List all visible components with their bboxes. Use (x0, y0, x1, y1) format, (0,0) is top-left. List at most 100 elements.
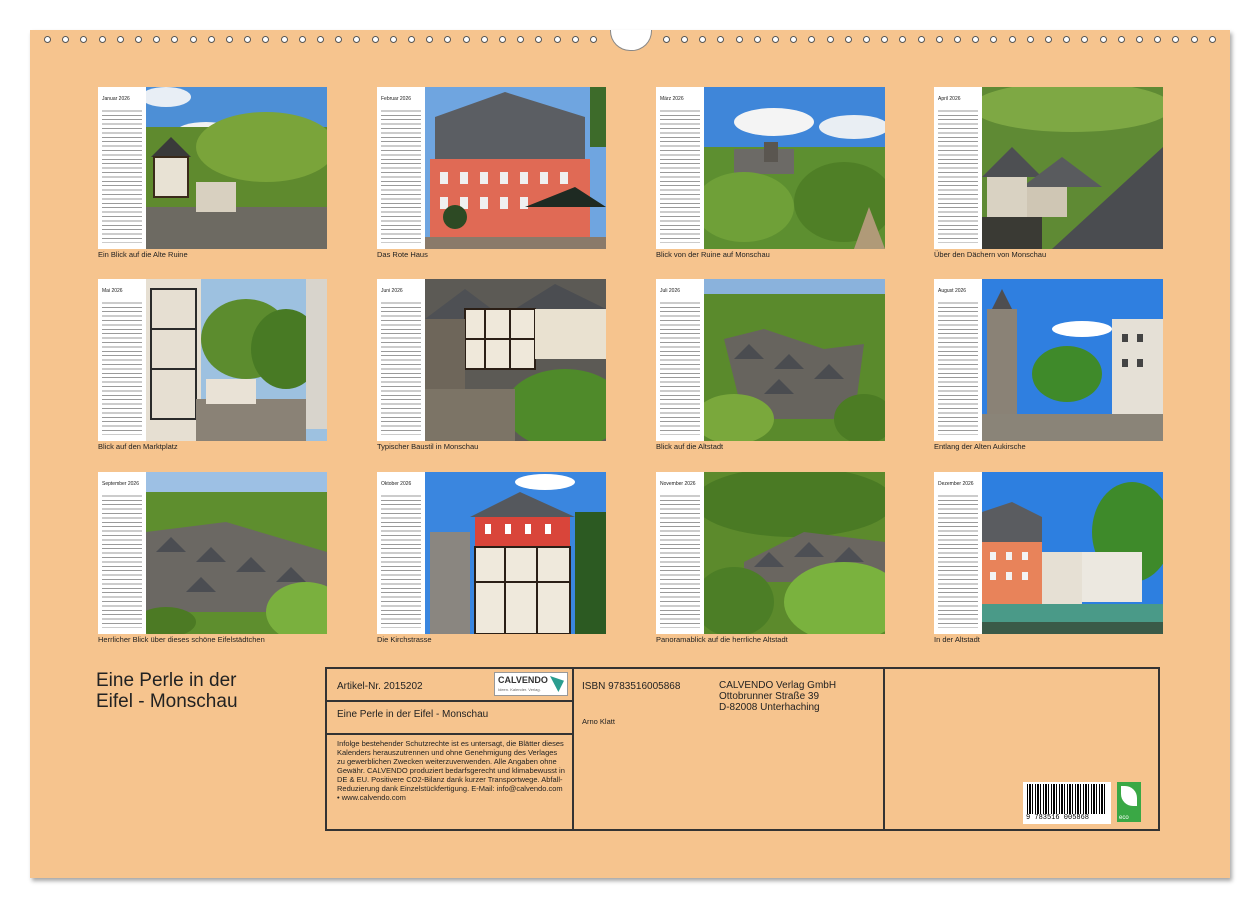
binding-ring-icon (244, 36, 252, 43)
calendar-title-line1: Eine Perle in der (96, 670, 237, 691)
month-caption: Typischer Baustil in Monschau (377, 442, 479, 451)
month-photo (982, 472, 1163, 634)
binding-ring-icon (972, 36, 980, 43)
binding-ring-icon (262, 36, 270, 43)
day-lines (381, 492, 421, 628)
binding-ring-icon (590, 36, 597, 43)
binding-ring-icon (753, 36, 761, 43)
month-panel-dezember: Dezember 2026 In der Altstadt (934, 472, 1163, 644)
binding-ring-icon (935, 36, 943, 43)
publisher-line1: CALVENDO Verlag GmbH (719, 680, 837, 691)
binding-ring-icon (662, 36, 670, 43)
binding-ring-icon (1172, 36, 1180, 43)
binding-ring-icon (1117, 36, 1125, 43)
planner-strip: Februar 2026 (377, 87, 425, 249)
month-photo (704, 87, 885, 249)
binding-ring-icon (426, 36, 434, 43)
binding-ring-icon (1063, 36, 1071, 43)
planner-strip: Juli 2026 (656, 279, 704, 441)
binding-ring-icon (480, 36, 488, 43)
month-photo (704, 472, 885, 634)
binding-ring-icon (317, 36, 324, 43)
calendar-title-line2: Eifel - Monschau (96, 691, 238, 712)
month-caption: In der Altstadt (934, 635, 980, 644)
month-panel-april: April 2026 Über den Dächern von Monschau (934, 87, 1163, 259)
imprint-box: Artikel-Nr. 2015202 CALVENDO Ideen. Kale… (325, 667, 1160, 831)
month-name: Oktober 2026 (381, 481, 412, 487)
divider (572, 669, 574, 829)
binding-ring-icon (171, 36, 179, 43)
barcode-number: 9 783516 005868 (1026, 814, 1090, 822)
month-photo (146, 279, 327, 441)
month-panel-august: August 2026 Entlang der Alten Aukirsche (934, 279, 1163, 451)
barcode: 9 783516 005868 (1023, 782, 1111, 824)
binding-ring-icon (226, 36, 233, 43)
binding-ring-icon (681, 36, 688, 43)
binding-ring-icon (1099, 36, 1107, 43)
logo-subtext: Ideen. Kalender. Verlag. (498, 687, 541, 692)
day-lines (381, 107, 421, 243)
binding-ring-icon (1136, 36, 1143, 43)
binding-ring-icon (298, 36, 306, 43)
day-lines (660, 492, 700, 628)
article-number: Artikel-Nr. 2015202 (337, 681, 423, 692)
month-photo (982, 279, 1163, 441)
month-name: Januar 2026 (102, 96, 130, 102)
month-caption: Panoramablick auf die herrliche Altstadt (656, 635, 788, 644)
binding-ring-icon (1081, 36, 1089, 43)
planner-strip: August 2026 (934, 279, 982, 441)
binding-ring-icon (335, 36, 343, 43)
binding-ring-icon (717, 36, 725, 43)
month-panel-juli: Juli 2026 Blick auf die Altstadt (656, 279, 885, 451)
month-name: März 2026 (660, 96, 684, 102)
month-caption: Blick von der Ruine auf Monschau (656, 250, 770, 259)
day-lines (381, 299, 421, 435)
leaf-icon (1121, 786, 1137, 806)
month-name: Februar 2026 (381, 96, 412, 102)
calendar-title: Eine Perle in der Eifel - Monschau (96, 670, 238, 712)
eco-label: eco (1119, 815, 1129, 821)
divider (883, 669, 885, 829)
month-caption: Über den Dächern von Monschau (934, 250, 1047, 259)
binding-ring-icon (844, 36, 852, 43)
binding-ring-icon (353, 36, 361, 43)
author: Arno Klatt (582, 717, 615, 726)
month-caption: Die Kirchstrasse (377, 635, 432, 644)
binding-ring-icon (1190, 36, 1198, 43)
binding-ring-icon (517, 36, 525, 43)
logo-mark-icon (550, 676, 564, 692)
binding-ring-icon (899, 36, 907, 43)
binding-ring-icon (389, 36, 397, 43)
month-name: Juli 2026 (660, 288, 681, 294)
planner-strip: Juni 2026 (377, 279, 425, 441)
month-name: August 2026 (938, 288, 967, 294)
binding-ring-icon (826, 36, 834, 43)
month-name: November 2026 (660, 481, 696, 487)
month-photo (704, 279, 885, 441)
binding-ring-icon (535, 36, 543, 43)
publisher-address: CALVENDO Verlag GmbH Ottobrunner Straße … (719, 680, 836, 713)
month-caption: Entlang der Alten Aukirsche (934, 442, 1026, 451)
day-lines (102, 492, 142, 628)
binding-ring-icon (444, 36, 452, 43)
isbn: ISBN 9783516005868 (582, 681, 681, 692)
month-caption: Blick auf den Marktplatz (98, 442, 178, 451)
binding-ring-icon (1026, 36, 1034, 43)
month-panel-september: September 2026 Herrlicher Blick über die… (98, 472, 327, 644)
month-panel-november: November 2026 Panoramablick auf die herr… (656, 472, 885, 644)
planner-strip: November 2026 (656, 472, 704, 634)
month-panel-januar: Januar 2026 Ein Blick auf die Alte Ruine (98, 87, 327, 259)
binding-ring-icon (44, 36, 51, 43)
month-name: Mai 2026 (102, 288, 123, 294)
day-lines (102, 299, 142, 435)
eco-badge: eco (1117, 782, 1141, 822)
month-panel-juni: Juni 2026 Typischer Baustil in Monschau (377, 279, 606, 451)
planner-strip: Mai 2026 (98, 279, 146, 441)
binding-ring-icon (553, 36, 561, 43)
month-name: April 2026 (938, 96, 961, 102)
month-photo (146, 472, 327, 634)
day-lines (938, 299, 978, 435)
month-name: Dezember 2026 (938, 481, 974, 487)
day-lines (660, 107, 700, 243)
binding-ring-icon (116, 36, 124, 43)
